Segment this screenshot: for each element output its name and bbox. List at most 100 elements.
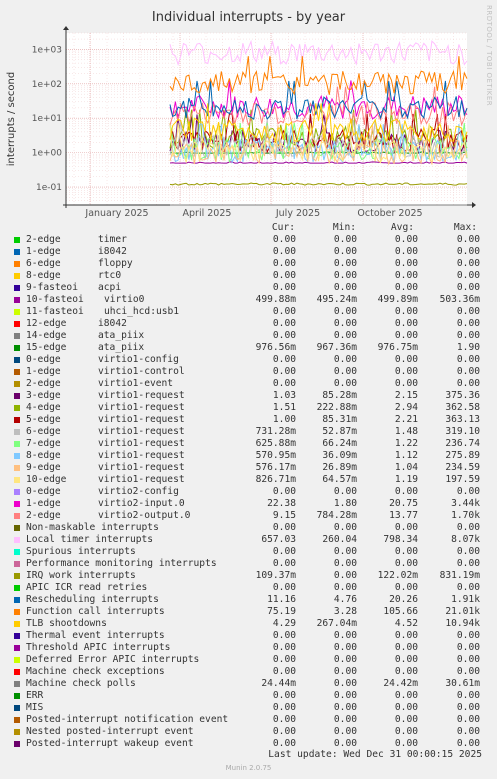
legend-value-avg: 1.48 <box>394 426 418 437</box>
legend-swatch <box>14 477 20 483</box>
legend-value-max: 362.58 <box>445 402 480 413</box>
legend-swatch <box>14 633 20 639</box>
legend-value-max: 1.70k <box>451 510 480 521</box>
legend-value-avg: 0.00 <box>394 318 418 329</box>
legend-value-max: 0.00 <box>456 642 480 653</box>
legend-value-cur: 0.00 <box>272 330 296 341</box>
legend-swatch <box>14 345 20 351</box>
legend-value-avg: 105.66 <box>383 606 418 617</box>
legend-row: 8-edge virtio1-request 570.95m 36.09m 1.12 27… <box>0 450 497 462</box>
legend-value-min: 0.00 <box>333 582 357 593</box>
legend-value-avg: 2.21 <box>394 414 418 425</box>
legend-value-avg: 13.77 <box>389 510 418 521</box>
legend-device: virtio1-request <box>98 402 185 413</box>
legend-row: 1-edge i8042 0.00 0.00 0.00 0.00 <box>0 246 497 258</box>
legend-swatch <box>14 621 20 627</box>
legend-swatch <box>14 561 20 567</box>
legend-value-min: 0.00 <box>333 366 357 377</box>
legend-value-avg: 20.26 <box>389 594 418 605</box>
legend-row: MIS 0.00 0.00 0.00 0.00 <box>0 702 497 714</box>
legend-value-max: 0.00 <box>456 354 480 365</box>
legend-value-avg: 20.75 <box>389 498 418 509</box>
legend-value-min: 85.28m <box>322 390 357 401</box>
legend-series-name: 2-edge <box>26 378 61 389</box>
legend-value-min: 0.00 <box>333 246 357 257</box>
legend-value-min: 36.09m <box>322 450 357 461</box>
legend-series-name: Machine check polls <box>26 678 136 689</box>
legend-value-max: 375.36 <box>445 390 480 401</box>
legend-value-avg: 0.00 <box>394 378 418 389</box>
legend-series-name: 8-edge <box>26 450 61 461</box>
legend-row: 12-edge i8042 0.00 0.00 0.00 0.00 <box>0 318 497 330</box>
legend-value-avg: 0.00 <box>394 366 418 377</box>
legend-swatch <box>14 321 20 327</box>
legend-device: virtio1-control <box>98 366 185 377</box>
legend-value-avg: 976.75m <box>377 342 418 353</box>
legend-row: TLB shootdowns 4.29 267.04m 4.52 10.94k <box>0 618 497 630</box>
legend-swatch <box>14 429 20 435</box>
legend-swatch <box>14 393 20 399</box>
x-tick-label: January 2025 <box>84 208 148 219</box>
legend-value-min: 0.00 <box>333 558 357 569</box>
legend-row: 2-edge timer 0.00 0.00 0.00 0.00 <box>0 234 497 246</box>
legend-swatch <box>14 741 20 747</box>
legend-value-max: 1.90 <box>456 342 480 353</box>
legend-value-min: 66.24m <box>322 438 357 449</box>
legend-value-cur: 826.71m <box>255 474 296 485</box>
legend-value-avg: 0.00 <box>394 582 418 593</box>
legend-value-avg: 1.19 <box>394 474 418 485</box>
legend-series-name: 8-edge <box>26 270 61 281</box>
legend-series-name: 1-edge <box>26 498 61 509</box>
legend-value-cur: 1.51 <box>272 402 296 413</box>
legend-value-avg: 798.34 <box>383 534 418 545</box>
legend-swatch <box>14 465 20 471</box>
legend-value-max: 0.00 <box>456 306 480 317</box>
legend-device: ata_piix <box>98 342 145 353</box>
legend-series-name: ERR <box>26 690 44 701</box>
legend-value-max: 21.01k <box>445 606 480 617</box>
legend-value-avg: 0.00 <box>394 654 418 665</box>
legend-value-max: 3.44k <box>451 498 480 509</box>
legend-value-avg: 0.00 <box>394 702 418 713</box>
legend-value-min: 0.00 <box>333 666 357 677</box>
legend-value-min: 0.00 <box>333 258 357 269</box>
legend-value-avg: 0.00 <box>394 690 418 701</box>
legend-value-avg: 0.00 <box>394 330 418 341</box>
legend-series-name: Spurious interrupts <box>26 546 136 557</box>
legend-value-min: 967.36m <box>316 342 357 353</box>
legend-value-min: 1.80 <box>333 498 357 509</box>
legend-value-cur: 0.00 <box>272 558 296 569</box>
legend-value-max: 319.10 <box>445 426 480 437</box>
legend-device: virtio2-config <box>98 486 179 497</box>
legend-row: 3-edge virtio1-request 1.03 85.28m 2.15 375.3… <box>0 390 497 402</box>
legend-value-max: 1.91k <box>451 594 480 605</box>
legend-value-min: 0.00 <box>333 642 357 653</box>
legend-value-cur: 0.00 <box>272 366 296 377</box>
legend-row: 10-edge virtio1-request 826.71m 64.57m 1.19 1… <box>0 474 497 486</box>
legend-value-cur: 0.00 <box>272 582 296 593</box>
legend-row: Deferred Error APIC interrupts 0.00 0.00 0.… <box>0 654 497 666</box>
legend-series-name: 12-edge <box>26 318 67 329</box>
legend-value-cur: 0.00 <box>272 318 296 329</box>
legend-device: virtio0 <box>104 294 145 305</box>
legend-row: 7-edge virtio1-request 625.88m 66.24m 1.22 23… <box>0 438 497 450</box>
legend-value-max: 831.19m <box>439 570 480 581</box>
legend-value-cur: 0.00 <box>272 258 296 269</box>
legend-device: virtio1-event <box>98 378 174 389</box>
legend-value-max: 0.00 <box>456 366 480 377</box>
legend-device: virtio1-request <box>98 450 185 461</box>
legend-series-name: Machine check exceptions <box>26 666 165 677</box>
legend-value-avg: 0.00 <box>394 714 418 725</box>
legend-value-min: 4.76 <box>333 594 357 605</box>
legend-series-name: 1-edge <box>26 366 61 377</box>
legend-value-min: 52.87m <box>322 426 357 437</box>
legend-swatch <box>14 549 20 555</box>
legend-swatch <box>14 645 20 651</box>
legend-value-min: 784.28m <box>316 510 357 521</box>
legend-value-min: 85.31m <box>322 414 357 425</box>
legend-value-min: 0.00 <box>333 282 357 293</box>
legend-swatch <box>14 501 20 507</box>
legend-value-max: 197.59 <box>445 474 480 485</box>
legend-series-name: 0-edge <box>26 486 61 497</box>
legend-value-min: 222.88m <box>316 402 357 413</box>
